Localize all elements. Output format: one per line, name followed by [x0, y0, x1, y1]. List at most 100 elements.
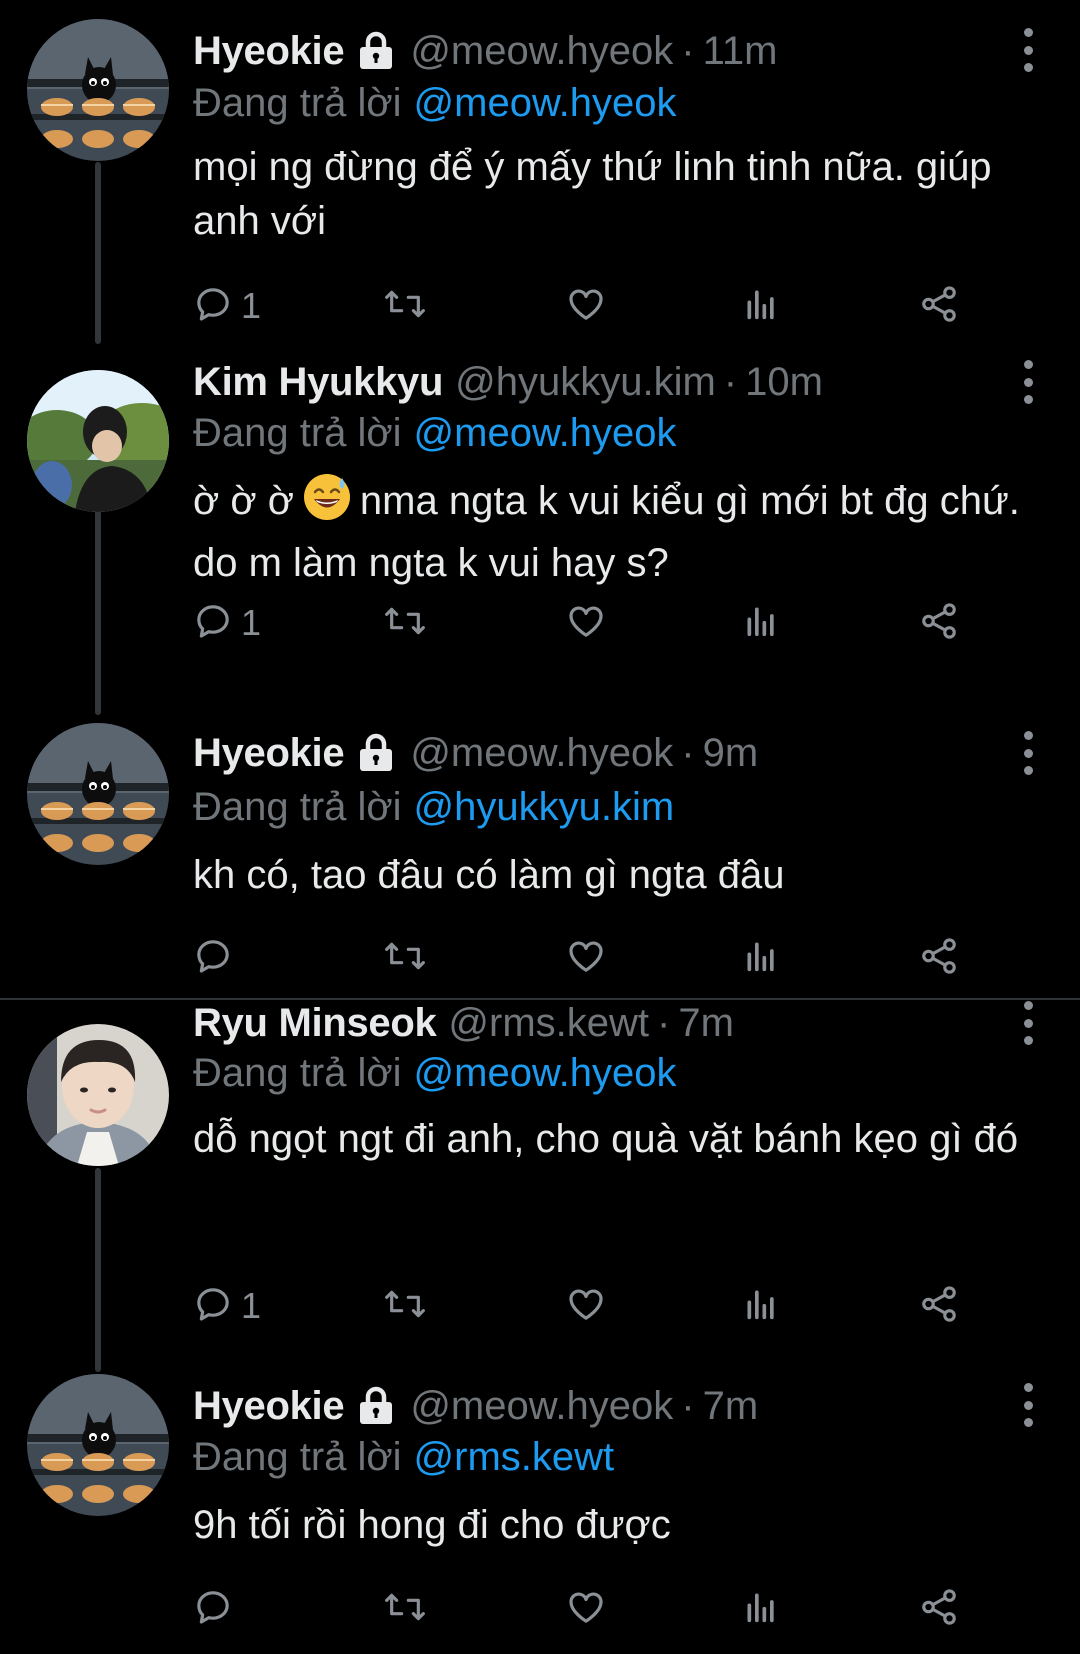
avatar[interactable] — [27, 19, 169, 161]
views-button[interactable] — [741, 1281, 781, 1331]
user-handle[interactable]: @rms.kewt — [448, 1001, 649, 1046]
more-options-icon[interactable] — [1016, 1383, 1040, 1427]
separator-dot: · — [681, 28, 695, 73]
like-button[interactable] — [565, 1281, 607, 1331]
retweet-button[interactable] — [383, 933, 427, 983]
timestamp[interactable]: 9m — [703, 731, 759, 776]
share-icon — [918, 1283, 960, 1330]
separator-dot: · — [657, 1000, 671, 1045]
reply-count: 1 — [241, 602, 262, 643]
timestamp[interactable]: 7m — [703, 1384, 759, 1429]
like-button[interactable] — [565, 1584, 607, 1634]
tweet[interactable]: Hyeokie @meow.hyeok · 9m Đang trả lời @hy… — [0, 706, 1080, 998]
display-name[interactable]: Ryu Minseok — [193, 1001, 437, 1046]
replying-to: Đang trả lời @hyukkyu.kim — [193, 780, 674, 834]
reply-button[interactable]: 1 — [193, 1281, 261, 1331]
replying-to-mention[interactable]: @rms.kewt — [414, 1435, 615, 1479]
tweet-actions: 1 — [193, 1281, 1023, 1331]
share-button[interactable] — [918, 1584, 960, 1634]
display-name[interactable]: Hyeokie — [193, 29, 345, 74]
tweet-actions — [193, 1584, 1023, 1634]
replying-to-mention[interactable]: @meow.hyeok — [414, 1051, 677, 1095]
user-handle[interactable]: @hyukkyu.kim — [455, 360, 716, 405]
tweet-actions — [193, 933, 1023, 983]
views-button[interactable] — [741, 598, 781, 648]
replying-to: Đang trả lời @meow.hyeok — [193, 76, 677, 130]
share-icon — [918, 283, 960, 330]
views-button[interactable] — [741, 933, 781, 983]
retweet-button[interactable] — [383, 598, 427, 648]
retweet-button[interactable] — [383, 1584, 427, 1634]
like-button[interactable] — [565, 281, 607, 331]
tweet[interactable]: Hyeokie @meow.hyeok · 7m Đang trả lời @rm… — [0, 1350, 1080, 1654]
avatar[interactable] — [27, 370, 169, 512]
share-button[interactable] — [918, 1281, 960, 1331]
reply-button[interactable]: 1 — [193, 281, 261, 331]
replying-to-label: Đang trả lời — [193, 81, 402, 125]
share-button[interactable] — [918, 598, 960, 648]
timestamp[interactable]: 7m — [678, 1001, 734, 1046]
more-options-icon[interactable] — [1016, 731, 1040, 775]
lock-icon — [354, 1386, 398, 1426]
tweet-actions: 1 — [193, 281, 1023, 331]
tweet[interactable]: Ryu Minseok @rms.kewt · 7m Đang trả lời @… — [0, 1000, 1080, 1350]
tweet-header: Kim Hyukkyu @hyukkyu.kim · 10m — [193, 355, 1010, 409]
replying-to: Đang trả lời @rms.kewt — [193, 1430, 614, 1484]
display-name[interactable]: Hyeokie — [193, 1384, 345, 1429]
retweet-icon — [383, 936, 427, 981]
reply-icon — [193, 936, 233, 981]
tweet-header: Hyeokie @meow.hyeok · 11m — [193, 24, 1010, 78]
like-button[interactable] — [565, 933, 607, 983]
views-bar-icon — [741, 601, 781, 646]
heart-icon — [565, 936, 607, 981]
reply-icon — [193, 1284, 233, 1329]
retweet-button[interactable] — [383, 1281, 427, 1331]
separator-dot: · — [681, 730, 695, 775]
replying-to-mention[interactable]: @meow.hyeok — [414, 81, 677, 125]
share-button[interactable] — [918, 281, 960, 331]
reply-button[interactable] — [193, 1584, 241, 1634]
heart-icon — [565, 601, 607, 646]
like-button[interactable] — [565, 598, 607, 648]
display-name[interactable]: Hyeokie — [193, 731, 345, 776]
more-options-icon[interactable] — [1016, 28, 1040, 72]
tweet-text: dỗ ngọt ngt đi anh, cho quà vặt bánh kẹo… — [193, 1117, 1019, 1161]
timestamp[interactable]: 10m — [745, 360, 823, 405]
avatar[interactable] — [27, 723, 169, 865]
reply-button[interactable]: 1 — [193, 598, 261, 648]
avatar[interactable] — [27, 1024, 169, 1166]
user-handle[interactable]: @meow.hyeok — [410, 731, 673, 776]
avatar[interactable] — [27, 1374, 169, 1516]
tweet-text: 9h tối rồi hong đi cho được — [193, 1503, 671, 1547]
replying-to-mention[interactable]: @meow.hyeok — [414, 411, 677, 455]
tweet-actions: 1 — [193, 598, 1023, 648]
reply-count: 1 — [241, 1285, 262, 1326]
reply-icon — [193, 1587, 233, 1632]
tweet-text: mọi ng đừng để ý mấy thứ linh tinh nữa. … — [193, 145, 992, 243]
replying-to-mention[interactable]: @hyukkyu.kim — [414, 785, 675, 829]
display-name[interactable]: Kim Hyukkyu — [193, 360, 443, 405]
user-handle[interactable]: @meow.hyeok — [410, 29, 673, 74]
views-button[interactable] — [741, 1584, 781, 1634]
share-icon — [918, 600, 960, 647]
timestamp[interactable]: 11m — [703, 29, 778, 74]
retweet-button[interactable] — [383, 281, 427, 331]
heart-icon — [565, 284, 607, 329]
lock-icon — [354, 733, 398, 773]
views-button[interactable] — [741, 281, 781, 331]
heart-icon — [565, 1284, 607, 1329]
share-button[interactable] — [918, 933, 960, 983]
tweet-header: Hyeokie @meow.hyeok · 9m — [193, 726, 1010, 780]
tweet-header: Ryu Minseok @rms.kewt · 7m — [193, 996, 1010, 1050]
tweet[interactable]: Kim Hyukkyu @hyukkyu.kim · 10m Đang trả … — [0, 350, 1080, 706]
reply-button[interactable] — [193, 933, 241, 983]
replying-to: Đang trả lời @meow.hyeok — [193, 1046, 677, 1100]
tweet-text: kh có, tao đâu có làm gì ngta đâu — [193, 853, 785, 897]
tweet-text: ờ ờ ờ nma ngta k vui kiểu gì mới bt đg ch… — [193, 472, 1023, 590]
more-options-icon[interactable] — [1016, 1001, 1040, 1045]
more-options-icon[interactable] — [1016, 360, 1040, 404]
tweet[interactable]: Hyeokie @meow.hyeok · 11m Đang trả lời @m… — [0, 0, 1080, 350]
separator-dot: · — [681, 1383, 695, 1428]
retweet-icon — [383, 1587, 427, 1632]
user-handle[interactable]: @meow.hyeok — [410, 1384, 673, 1429]
